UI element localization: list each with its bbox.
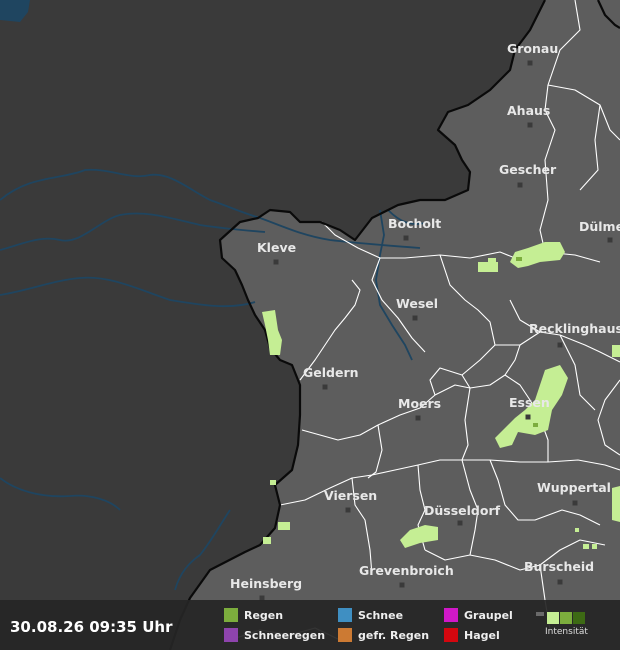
graupel-swatch <box>444 608 458 622</box>
city-label-duelmen: Dülmen <box>579 219 620 234</box>
regen-swatch <box>224 608 238 622</box>
city-marker-wuppertal <box>572 500 578 506</box>
schneeregen-swatch <box>224 628 238 642</box>
legend-label-regen: Regen <box>244 608 284 622</box>
city-marker-bocholt <box>403 235 409 241</box>
city-marker-burscheid <box>557 579 563 585</box>
city-label-grevenbroich: Grevenbroich <box>359 563 454 578</box>
city-label-burscheid: Burscheid <box>524 559 594 574</box>
intensity-swatch-strong <box>573 612 585 624</box>
city-label-bocholt: Bocholt <box>388 216 441 231</box>
schnee-swatch <box>338 608 352 622</box>
city-marker-essen <box>525 414 531 420</box>
city-label-heinsberg: Heinsberg <box>230 576 302 591</box>
intensity-swatch-light <box>547 612 559 624</box>
intensity-scale: Intensität <box>534 606 606 644</box>
hagel-swatch <box>444 628 458 642</box>
city-marker-gescher <box>517 182 523 188</box>
city-label-wesel: Wesel <box>396 296 438 311</box>
city-label-essen: Essen <box>509 395 550 410</box>
legend-item-schneeregen: Schneeregen <box>224 627 325 643</box>
city-label-wuppertal: Wuppertal <box>537 480 611 495</box>
intensity-label: Intensität <box>545 627 588 637</box>
legend-label-schneeregen: Schneeregen <box>244 628 326 642</box>
radar-map[interactable]: Gronau Ahaus Gescher Bocholt Dülmen Kleve Wese… <box>0 0 620 650</box>
city-marker-kleve <box>273 259 279 265</box>
city-label-duesseldorf: Düsseldorf <box>424 503 501 518</box>
legend-label-graupel: Graupel <box>464 608 513 622</box>
gefr-regen-swatch <box>338 628 352 642</box>
city-marker-viersen <box>345 507 351 513</box>
city-marker-gronau <box>527 60 533 66</box>
legend-bar: 30.08.26 09:35 Uhr Regen Schneeregen Sch… <box>0 600 620 650</box>
legend-item-graupel: Graupel <box>444 607 513 623</box>
timestamp: 30.08.26 09:35 Uhr <box>10 618 173 636</box>
city-marker-grevenbroich <box>399 582 405 588</box>
legend-label-hagel: Hagel <box>464 628 500 642</box>
city-label-viersen: Viersen <box>324 488 377 503</box>
city-label-moers: Moers <box>398 396 441 411</box>
city-marker-duesseldorf <box>457 520 463 526</box>
city-label-ahaus: Ahaus <box>507 103 550 118</box>
legend-label-schnee: Schnee <box>358 608 404 622</box>
city-marker-moers <box>415 415 421 421</box>
city-marker-wesel <box>412 315 418 321</box>
city-marker-duelmen <box>607 237 613 243</box>
city-marker-recklinghausen <box>557 342 563 348</box>
legend-item-schnee: Schnee <box>338 607 403 623</box>
city-label-gronau: Gronau <box>507 41 558 56</box>
intensity-swatch-faint <box>536 612 544 616</box>
intensity-swatch-medium <box>560 612 572 624</box>
city-marker-ahaus <box>527 122 533 128</box>
city-label-kleve: Kleve <box>257 240 296 255</box>
legend-label-gefr-regen: gefr. Regen <box>358 628 430 642</box>
city-label-gescher: Gescher <box>499 162 557 177</box>
city-label-recklinghausen: Recklinghausen <box>529 321 620 336</box>
legend-item-hagel: Hagel <box>444 627 500 643</box>
city-marker-geldern <box>322 384 328 390</box>
legend-item-gefr-regen: gefr. Regen <box>338 627 429 643</box>
legend-item-regen: Regen <box>224 607 283 623</box>
city-label-geldern: Geldern <box>303 365 359 380</box>
